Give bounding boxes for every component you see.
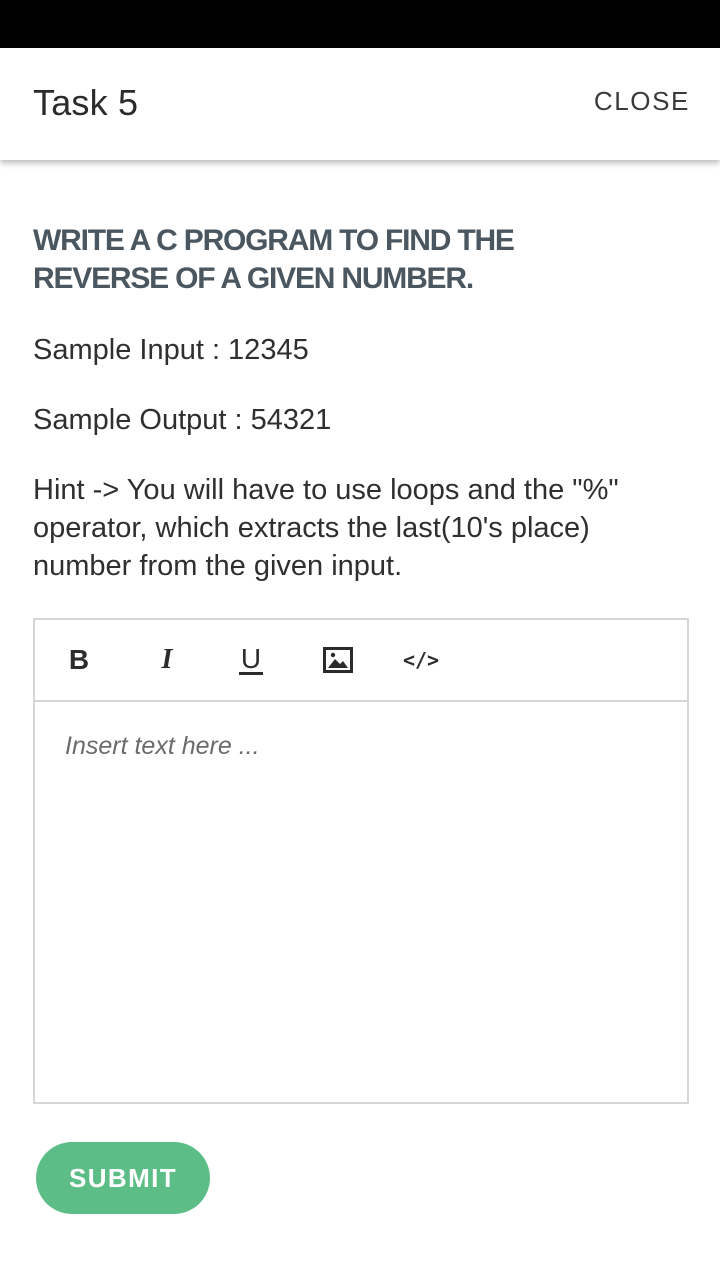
task-heading-line-2: REVERSE OF A GIVEN NUMBER. [33,262,474,295]
sample-input: Sample Input : 12345 [33,334,309,366]
hint-line-1: Hint -> You will have to use loops and t… [33,474,619,506]
bold-button[interactable]: B [65,642,93,678]
task-description: WRITE A C PROGRAM TO FIND THE REVERSE OF… [33,222,687,585]
insert-image-button[interactable] [321,642,355,678]
sample-output: Sample Output : 54321 [33,404,332,436]
editor-toolbar: B I U </> [35,620,687,702]
image-icon [323,647,353,673]
task-heading: WRITE A C PROGRAM TO FIND THE REVERSE OF… [33,222,687,298]
app-bar: Task 5 CLOSE [0,48,720,160]
task-heading-line-1: WRITE A C PROGRAM TO FIND THE [33,224,515,257]
rich-text-editor: B I U </> Insert text here ... [33,618,689,1104]
hint-text: Hint -> You will have to use loops and t… [33,471,687,585]
close-button[interactable]: CLOSE [594,86,690,117]
underline-button[interactable]: U [235,642,267,678]
answer-text-area[interactable]: Insert text here ... [35,702,687,1102]
submit-button[interactable]: SUBMIT [36,1142,210,1214]
italic-button[interactable]: I [153,642,181,678]
hint-line-3: number from the given input. [33,550,403,582]
status-bar [0,0,720,48]
underline-label: U [238,642,264,675]
code-button[interactable]: </> [403,642,439,678]
answer-placeholder: Insert text here ... [65,732,260,760]
hint-line-2: operator, which extracts the last(10's p… [33,512,590,544]
page-title: Task 5 [33,82,139,123]
